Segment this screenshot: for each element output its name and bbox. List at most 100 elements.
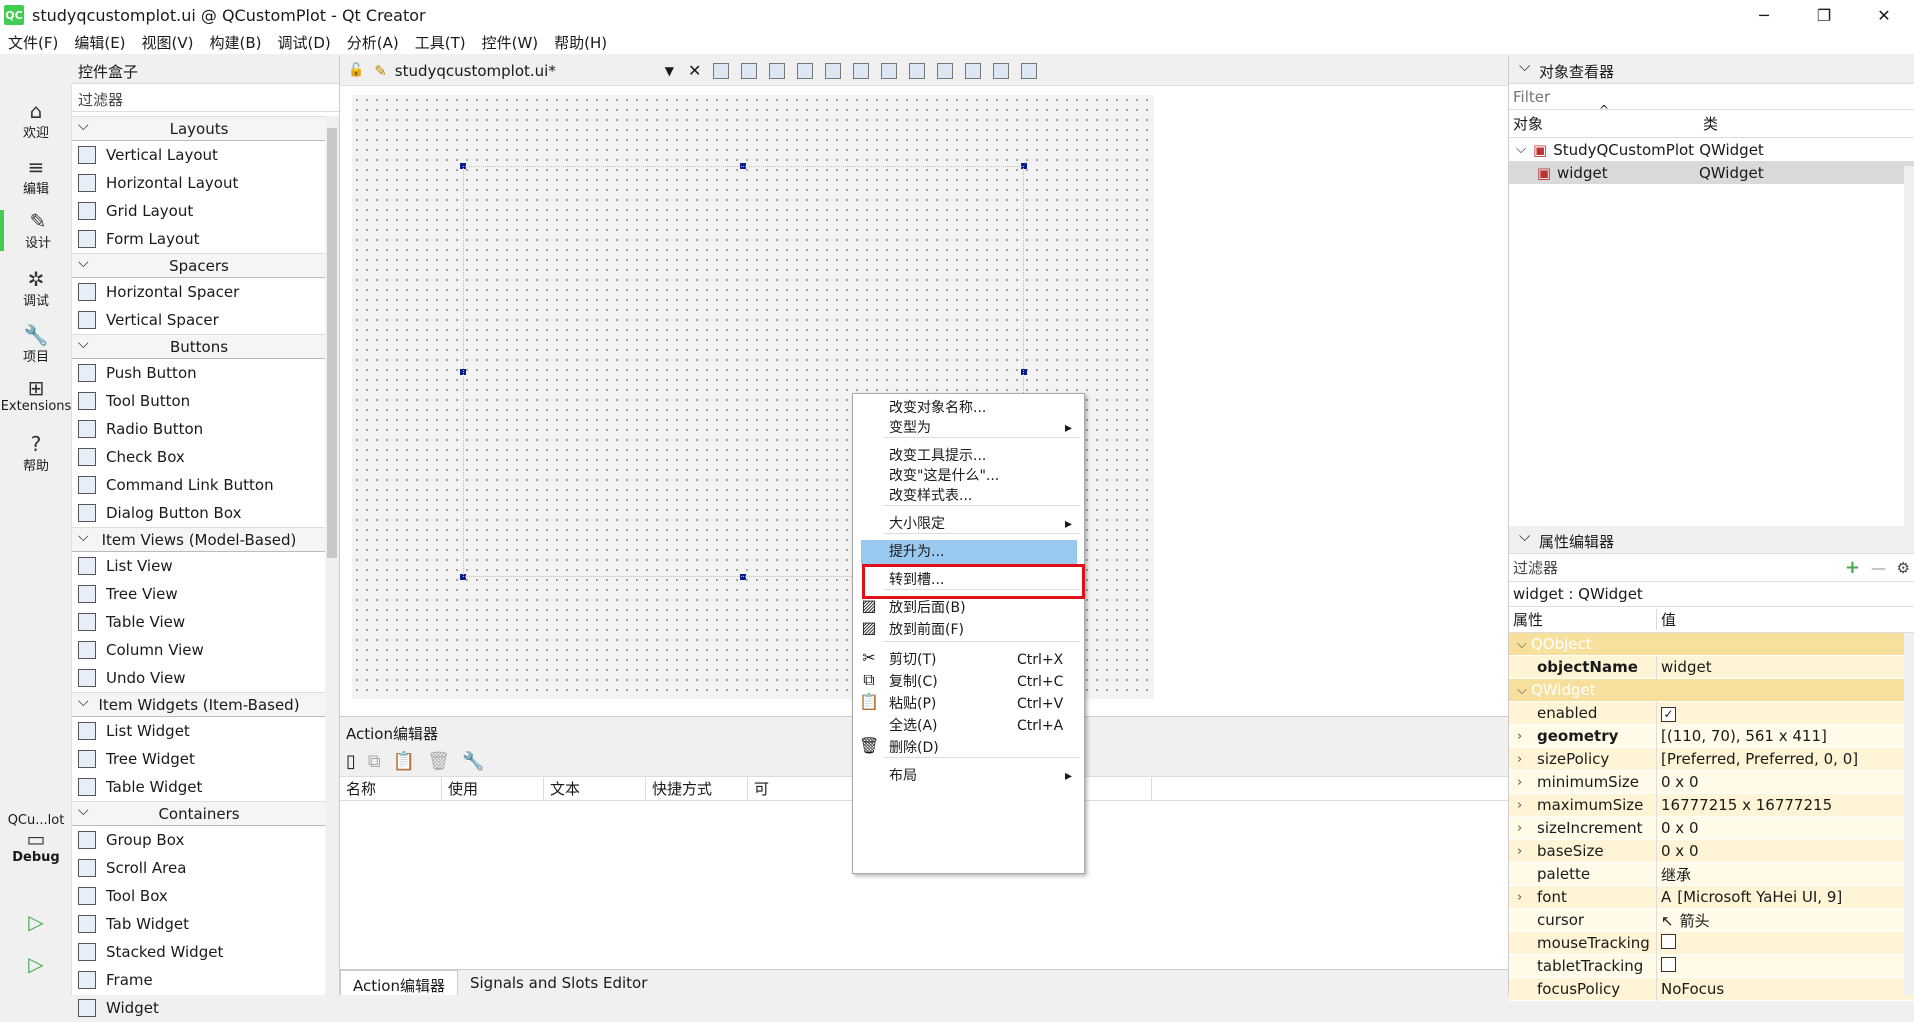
expand-icon[interactable]: › <box>1517 844 1522 859</box>
remove-property-icon[interactable]: — <box>1871 559 1886 577</box>
col-used[interactable]: 使用 <box>442 777 544 800</box>
widget-item[interactable]: Horizontal Layout <box>72 169 326 197</box>
kit-selector[interactable]: QCu...lot ▭ Debug <box>0 813 72 865</box>
category-header[interactable]: Spacers <box>72 251 326 278</box>
object-inspector-scrollbar[interactable] <box>1904 166 1914 576</box>
expand-icon[interactable]: › <box>1517 775 1522 790</box>
collapse-icon[interactable]: ⌵ <box>1509 142 1533 157</box>
property-row[interactable]: objectName widget <box>1509 655 1914 679</box>
edit-signals-icon[interactable] <box>741 62 758 79</box>
mode-extensions[interactable]: ⊞ Extensions <box>0 377 72 414</box>
context-menu-item[interactable]: ✂ 剪切(T) Ctrl+X <box>853 648 1084 672</box>
property-value[interactable]: 继承 <box>1657 864 1691 885</box>
context-menu-item[interactable]: ⧉ 复制(C) Ctrl+C <box>853 670 1084 694</box>
property-value[interactable] <box>1657 956 1676 976</box>
open-file-name[interactable]: studyqcustomplot.ui* <box>395 62 665 80</box>
edit-buddies-icon[interactable] <box>769 62 786 79</box>
context-menu-item[interactable]: ▨ 放到后面(B) <box>853 596 1084 620</box>
widget-item[interactable]: Tool Box <box>72 882 326 910</box>
menu-debug[interactable]: 调试(D) <box>270 32 339 53</box>
property-editor-scrollbar[interactable] <box>1904 633 1914 995</box>
widget-item[interactable]: Column View <box>72 636 326 664</box>
layout-horizontal-icon[interactable] <box>825 62 842 79</box>
property-value[interactable]: 0 x 0 <box>1657 773 1699 791</box>
add-property-icon[interactable]: + <box>1845 557 1860 578</box>
widget-item[interactable]: Scroll Area <box>72 854 326 882</box>
widget-item[interactable]: Tool Button <box>72 387 326 415</box>
property-value[interactable]: ✓ <box>1657 704 1676 722</box>
expand-icon[interactable]: › <box>1517 890 1522 905</box>
mode-design[interactable]: ✎ 设计 <box>0 210 72 251</box>
layout-grid-icon[interactable] <box>965 62 982 79</box>
category-header[interactable]: Containers <box>72 799 326 826</box>
context-menu-item[interactable]: 改变样式表... <box>853 484 1084 508</box>
category-header[interactable]: Buttons <box>72 332 326 359</box>
mode-debug[interactable]: ✲ 调试 <box>0 268 72 309</box>
menu-widgets[interactable]: 控件(W) <box>474 32 547 53</box>
property-filter-input[interactable]: 过滤器 <box>1513 557 1558 578</box>
col-value[interactable]: 值 <box>1657 609 1676 630</box>
mode-welcome[interactable]: ⌂ 欢迎 <box>0 100 72 141</box>
layout-splitter-v-icon[interactable] <box>909 62 926 79</box>
property-row[interactable]: cursor ↖ 箭头 <box>1509 908 1914 932</box>
widget-box-scrollbar[interactable] <box>325 116 339 995</box>
layout-splitter-h-icon[interactable] <box>881 62 898 79</box>
col-class[interactable]: 类 <box>1699 113 1718 134</box>
mode-projects[interactable]: 🔧 项目 <box>0 324 72 365</box>
widget-item[interactable]: Horizontal Spacer <box>72 278 326 306</box>
object-row-widget[interactable]: ▣ widget QWidget <box>1509 161 1914 184</box>
category-header[interactable]: Item Widgets (Item-Based) <box>72 690 326 717</box>
property-row[interactable]: palette 继承 <box>1509 862 1914 886</box>
property-value[interactable] <box>1657 933 1676 953</box>
menu-build[interactable]: 构建(B) <box>202 32 270 53</box>
widget-item[interactable]: Grid Layout <box>72 197 326 225</box>
category-header[interactable]: Layouts <box>72 114 326 141</box>
paste-action-icon[interactable]: 📋 <box>393 751 415 772</box>
menu-analyze[interactable]: 分析(A) <box>339 32 407 53</box>
property-value[interactable]: A [Microsoft YaHei UI, 9] <box>1657 888 1842 906</box>
property-row[interactable]: › baseSize 0 x 0 <box>1509 839 1914 863</box>
mode-help[interactable]: ? 帮助 <box>0 433 72 474</box>
widget-item[interactable]: Widget <box>72 994 326 1022</box>
widget-item[interactable]: Dialog Button Box <box>72 499 326 527</box>
expand-icon[interactable]: › <box>1517 752 1522 767</box>
widget-item[interactable]: Command Link Button <box>72 471 326 499</box>
edit-widgets-icon[interactable] <box>713 62 730 79</box>
context-menu-item[interactable]: 大小限定 ▸ <box>853 512 1084 536</box>
menu-edit[interactable]: 编辑(E) <box>66 32 133 53</box>
property-value[interactable]: ↖ 箭头 <box>1657 910 1710 931</box>
layout-vertical-icon[interactable] <box>853 62 870 79</box>
close-file-icon[interactable]: ✕ <box>688 61 701 80</box>
widget-item[interactable]: List Widget <box>72 717 326 745</box>
collapse-icon[interactable]: ⌵ <box>1517 683 1527 698</box>
widget-item[interactable]: Stacked Widget <box>72 938 326 966</box>
property-row[interactable]: tabletTracking <box>1509 954 1914 978</box>
property-value[interactable]: 0 x 0 <box>1657 819 1699 837</box>
widget-item[interactable]: Group Box <box>72 826 326 854</box>
col-object[interactable]: 对象 ^ <box>1509 103 1699 134</box>
property-group[interactable]: ⌵ QWidget <box>1509 679 1914 702</box>
widget-item[interactable]: Table Widget <box>72 773 326 801</box>
col-text[interactable]: 文本 <box>544 777 646 800</box>
property-value[interactable]: NoFocus <box>1657 980 1724 998</box>
minimize-button[interactable]: ─ <box>1734 0 1794 30</box>
context-menu-item[interactable]: 全选(A) Ctrl+A <box>853 714 1084 738</box>
expand-icon[interactable]: › <box>1517 798 1522 813</box>
maximize-button[interactable]: ❐ <box>1794 0 1854 30</box>
menu-view[interactable]: 视图(V) <box>134 32 202 53</box>
property-value[interactable]: 0 x 0 <box>1657 842 1699 860</box>
debug-run-button[interactable]: ▷ <box>0 953 72 975</box>
property-row[interactable]: › sizePolicy [Preferred, Preferred, 0, 0] <box>1509 747 1914 771</box>
col-shortcut[interactable]: 快捷方式 <box>646 777 748 800</box>
widget-item[interactable]: List View <box>72 552 326 580</box>
widget-item[interactable]: Table View <box>72 608 326 636</box>
file-dropdown-icon[interactable]: ▼ <box>665 64 674 78</box>
property-row[interactable]: › geometry [(110, 70), 561 x 411] <box>1509 724 1914 748</box>
widget-item[interactable]: Vertical Spacer <box>72 306 326 334</box>
checkbox[interactable]: ✓ <box>1661 707 1676 722</box>
widget-item[interactable]: Tree Widget <box>72 745 326 773</box>
property-value[interactable]: widget <box>1657 658 1712 676</box>
widget-item[interactable]: Tree View <box>72 580 326 608</box>
collapse-icon[interactable]: ⌵ <box>1517 637 1527 652</box>
tab-action-editor[interactable]: Action编辑器 <box>340 970 458 995</box>
